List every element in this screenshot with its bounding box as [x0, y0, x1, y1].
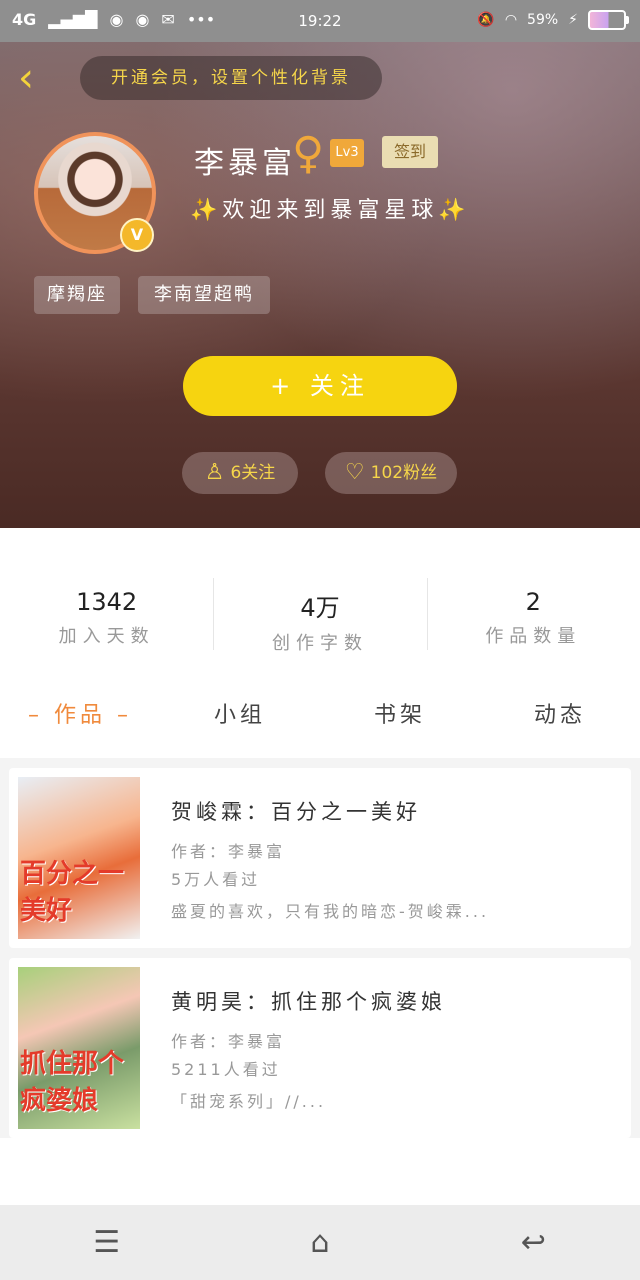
status-bar: 4G ▂▄▆█ ◉ ◉ ✉ ••• 19:22 🔕 ◠ 59% ⚡ [0, 0, 640, 42]
tag-zodiac[interactable]: 摩羯座 [34, 276, 120, 314]
battery-icon [588, 10, 629, 30]
stat-value: 2 [525, 588, 541, 616]
book-title[interactable]: 黄明昊：抓住那个疯婆娘 [171, 986, 446, 1016]
book-author: 作者：李暴富 [171, 842, 286, 861]
stat-works-count: 2 作品数量 [426, 528, 640, 670]
sparkle-icon: ✨ [190, 198, 223, 223]
stat-value: 1342 [76, 588, 138, 616]
stat-word-count: 4万 创作字数 [213, 528, 426, 670]
back-icon[interactable]: ↩ [503, 1218, 563, 1268]
profile-tabs: – 作品 – 小组 书架 动态 [0, 670, 640, 758]
book-description: 盛夏的喜欢，只有我的暗恋-贺峻霖... [171, 902, 490, 921]
profile-header: ‹ 开通会员，设置个性化背景 V 李暴富 ♀ Lv3 签到 ✨欢迎来到暴富星球✨… [0, 42, 640, 528]
female-icon: ♀ [292, 128, 325, 179]
charging-icon: ⚡ [568, 12, 578, 28]
stats-row: 1342 加入天数 4万 创作字数 2 作品数量 [0, 528, 640, 671]
signin-button[interactable]: 签到 [382, 136, 438, 168]
add-user-icon: ♙ [204, 460, 225, 485]
list-item[interactable]: 百分之一美好 贺峻霖：百分之一美好 作者：李暴富 5万人看过 盛夏的喜欢，只有我… [9, 768, 631, 948]
book-views: 5万人看过 [171, 870, 261, 889]
tab-label: 作品 [53, 703, 106, 728]
system-nav-bar: ☰ ⌂ ↩ [0, 1205, 640, 1280]
book-views: 5211人看过 [171, 1060, 281, 1079]
list-item[interactable]: 抓住那个疯婆娘 黄明昊：抓住那个疯婆娘 作者：李暴富 5211人看过 「甜宠系列… [9, 958, 631, 1138]
stat-label: 创作字数 [271, 633, 368, 654]
book-cover[interactable]: 抓住那个疯婆娘 [18, 967, 140, 1129]
battery-percent: 59% [527, 12, 559, 28]
mute-icon: 🔕 [477, 12, 495, 28]
book-title[interactable]: 贺峻霖：百分之一美好 [171, 796, 421, 826]
tab-activity[interactable]: 动态 [480, 670, 640, 758]
works-list: 百分之一美好 贺峻霖：百分之一美好 作者：李暴富 5万人看过 盛夏的喜欢，只有我… [0, 758, 640, 1138]
tag-custom[interactable]: 李南望超鸭 [138, 276, 270, 314]
status-right: 🔕 ◠ 59% ⚡ [477, 10, 629, 30]
tab-groups[interactable]: 小组 [160, 670, 320, 758]
book-description: 「甜宠系列」//... [171, 1092, 327, 1111]
book-author: 作者：李暴富 [171, 1032, 286, 1051]
fans-count: 102粉丝 [370, 463, 438, 483]
book-cover[interactable]: 百分之一美好 [18, 777, 140, 939]
chevron-left-icon: ‹ [18, 55, 34, 101]
back-button[interactable]: ‹ [18, 58, 58, 98]
cover-title: 百分之一美好 [20, 859, 125, 926]
stat-label: 作品数量 [485, 626, 582, 647]
stat-value: 4万 [300, 594, 340, 622]
follow-button[interactable]: + 关注 [183, 356, 457, 416]
tab-works[interactable]: – 作品 – [0, 670, 160, 758]
following-count-button[interactable]: ♙ 6关注 [182, 452, 298, 494]
tab-bookshelf[interactable]: 书架 [320, 670, 480, 758]
stat-join-days: 1342 加入天数 [0, 528, 213, 670]
fans-count-button[interactable]: ♡ 102粉丝 [325, 452, 457, 494]
level-badge: Lv3 [330, 139, 364, 167]
vip-badge: V [120, 218, 154, 252]
sparkle-icon: ✨ [438, 198, 471, 223]
home-icon[interactable]: ⌂ [290, 1218, 350, 1268]
stat-label: 加入天数 [58, 626, 155, 647]
cover-title: 抓住那个疯婆娘 [20, 1049, 125, 1116]
welcome-text: 欢迎来到暴富星球 [222, 198, 439, 223]
heart-icon: ♡ [344, 460, 365, 485]
vip-background-promo[interactable]: 开通会员，设置个性化背景 [80, 56, 382, 100]
username: 李暴富 [194, 146, 296, 181]
menu-icon[interactable]: ☰ [77, 1218, 137, 1268]
welcome-message: ✨欢迎来到暴富星球✨ [190, 192, 471, 224]
wifi-icon: ◠ [504, 12, 518, 28]
following-count: 6关注 [230, 463, 276, 483]
